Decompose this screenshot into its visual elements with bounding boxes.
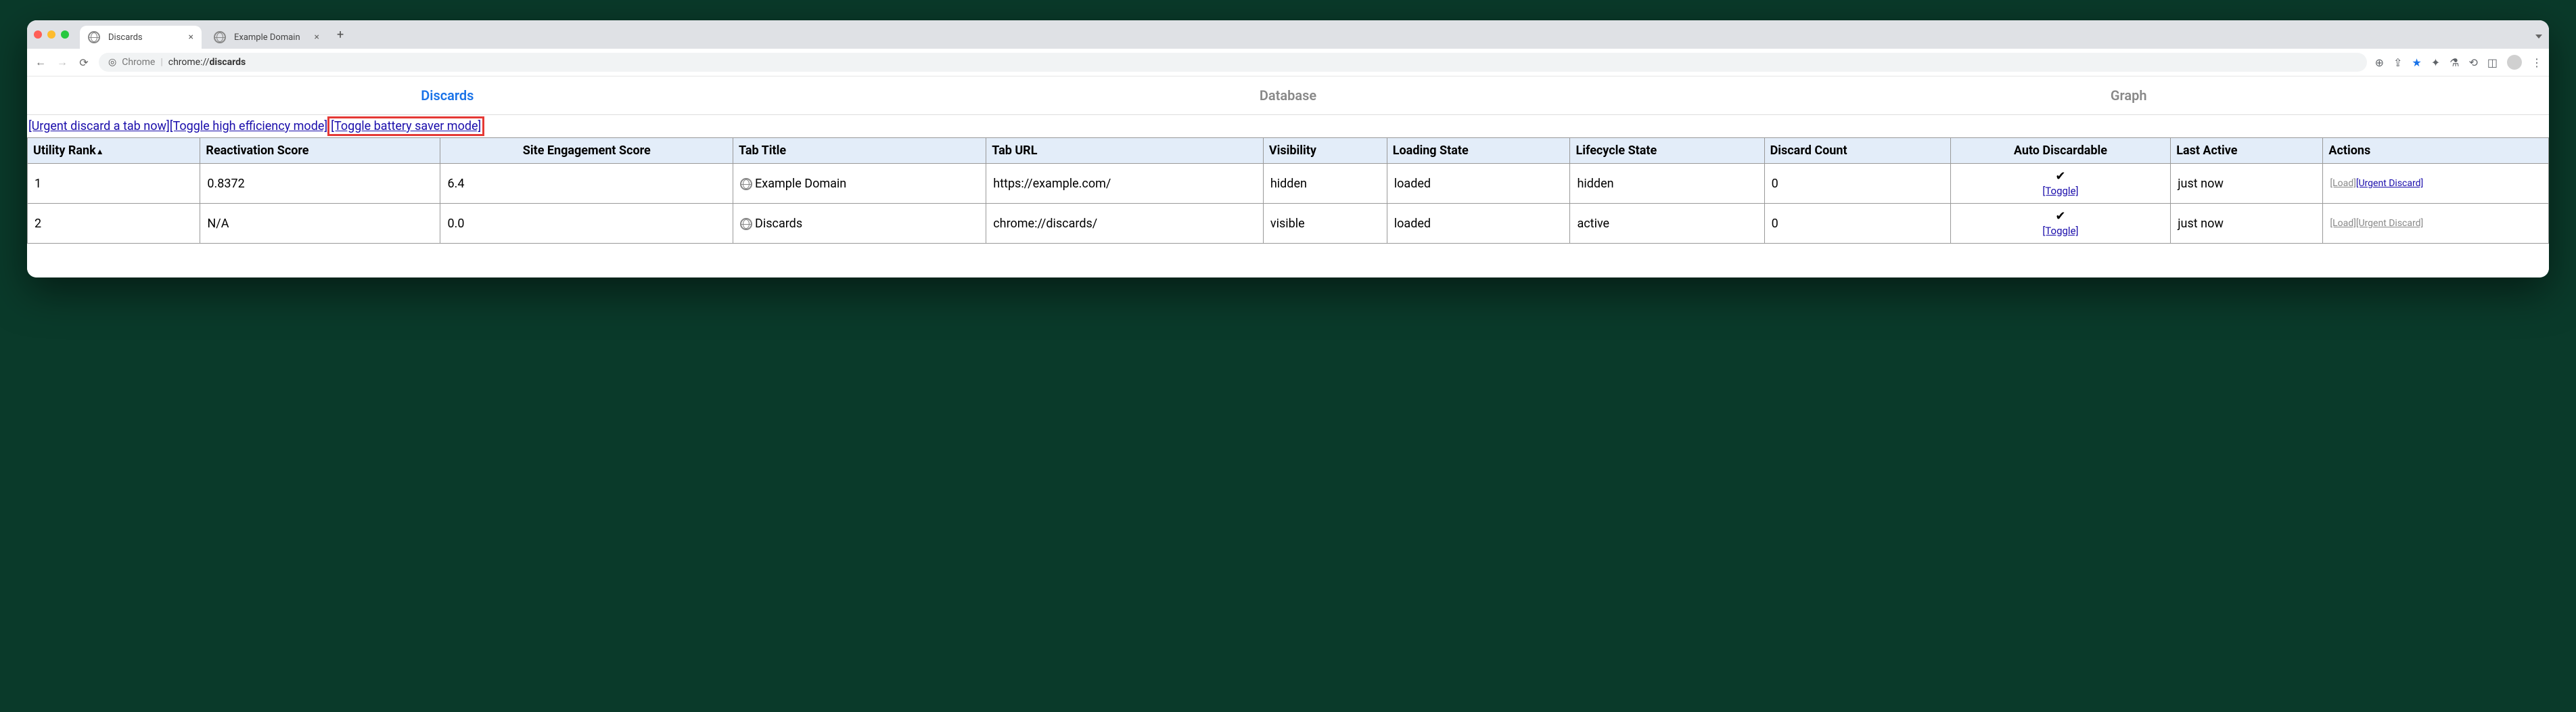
cell-last-active: just now [2171,204,2323,244]
zoom-icon[interactable]: ⊕ [2375,56,2384,69]
reload-button[interactable]: ⟳ [77,56,91,69]
col-last-active[interactable]: Last Active [2171,138,2323,164]
col-tab-title[interactable]: Tab Title [733,138,986,164]
sidepanel-icon[interactable]: ◫ [2487,56,2498,69]
new-tab-button[interactable]: + [331,28,349,42]
back-button[interactable]: ← [34,55,47,69]
col-tab-url[interactable]: Tab URL [986,138,1264,164]
toggle-auto-link[interactable]: [Toggle] [2042,225,2078,237]
cell-actions: [Load][Urgent Discard] [2323,204,2549,244]
tab-title: Discards [108,32,143,43]
forward-button[interactable]: → [55,55,69,69]
table-row: 1 0.8372 6.4 Example Domain https://exam… [28,164,2549,204]
close-tab-icon[interactable]: × [189,32,193,43]
urgent-discard-link[interactable]: [Urgent discard a tab now] [28,119,170,133]
globe-icon [88,31,100,43]
omnibox-separator: | [160,57,162,68]
cell-loading: loaded [1387,204,1570,244]
omnibox[interactable]: ◎ Chrome | chrome://discards [99,53,2367,72]
toggle-efficiency-link[interactable]: [Toggle high efficiency mode] [170,119,327,133]
cell-url: chrome://discards/ [986,204,1264,244]
page-content: Discards Database Graph [Urgent discard … [27,76,2549,277]
top-action-links: [Urgent discard a tab now][Toggle high e… [27,115,2549,137]
cell-engagement: 6.4 [440,164,733,204]
col-site-engagement[interactable]: Site Engagement Score [440,138,733,164]
sort-arrow-icon: ▲ [96,147,104,156]
close-window-button[interactable] [34,30,42,39]
check-icon: ✔ [1958,169,2164,183]
check-icon: ✔ [1958,209,2164,223]
chevron-down-icon[interactable] [2535,35,2542,39]
load-action: [Load] [2330,218,2355,229]
col-actions[interactable]: Actions [2323,138,2549,164]
col-reactivation-score[interactable]: Reactivation Score [200,138,440,164]
minimize-window-button[interactable] [47,30,55,39]
cell-rank: 2 [28,204,200,244]
share-icon[interactable]: ⇪ [2393,56,2402,69]
page-nav-tabs: Discards Database Graph [27,76,2549,115]
titlebar: Discards × Example Domain × + [27,20,2549,49]
urgent-discard-action-disabled: [Urgent Discard] [2356,218,2423,229]
toolbar: ← → ⟳ ◎ Chrome | chrome://discards ⊕ ⇪ ★… [27,49,2549,76]
highlight-box: [Toggle battery saver mode] [327,116,484,136]
col-utility-rank[interactable]: Utility Rank▲ [28,138,200,164]
cell-discard-count: 0 [1764,164,1950,204]
omnibox-url: chrome://discards [168,57,246,68]
nav-tab-graph[interactable]: Graph [1708,76,2549,114]
cell-title: Example Domain [733,164,986,204]
col-discard-count[interactable]: Discard Count [1764,138,1950,164]
cell-loading: loaded [1387,164,1570,204]
nav-tab-discards[interactable]: Discards [27,76,868,114]
urgent-discard-action[interactable]: [Urgent Discard] [2356,178,2423,189]
browser-tab-discards[interactable]: Discards × [80,26,202,49]
browser-tab-example[interactable]: Example Domain × [206,26,327,49]
col-visibility[interactable]: Visibility [1263,138,1387,164]
labs-icon[interactable]: ⚗ [2450,56,2459,69]
cell-auto-discardable: ✔ [Toggle] [1950,164,2171,204]
cell-visibility: hidden [1263,164,1387,204]
toolbar-icons: ⊕ ⇪ ★ ✦ ⚗ ⟲ ◫ ⋮ [2375,55,2542,70]
discards-table: Utility Rank▲ Reactivation Score Site En… [27,137,2549,244]
cell-discard-count: 0 [1764,204,1950,244]
refresh-icon[interactable]: ⟲ [2468,56,2477,69]
cell-rank: 1 [28,164,200,204]
cell-lifecycle: active [1570,204,1764,244]
cell-auto-discardable: ✔ [Toggle] [1950,204,2171,244]
menu-icon[interactable]: ⋮ [2531,56,2542,69]
table-row: 2 N/A 0.0 Discards chrome://discards/ vi… [28,204,2549,244]
globe-icon [740,218,752,230]
maximize-window-button[interactable] [61,30,69,39]
col-auto-discardable[interactable]: Auto Discardable [1950,138,2171,164]
tab-title: Example Domain [234,32,300,43]
browser-window: Discards × Example Domain × + ← → ⟳ ◎ Ch… [27,20,2549,277]
col-lifecycle-state[interactable]: Lifecycle State [1570,138,1764,164]
extensions-icon[interactable]: ✦ [2431,56,2440,69]
cell-title: Discards [733,204,986,244]
cell-reactivation: N/A [200,204,440,244]
profile-avatar[interactable] [2507,55,2522,70]
col-loading-state[interactable]: Loading State [1387,138,1570,164]
globe-icon [740,178,752,190]
nav-tab-database[interactable]: Database [868,76,1709,114]
cell-reactivation: 0.8372 [200,164,440,204]
empty-area [27,244,2549,277]
cell-lifecycle: hidden [1570,164,1764,204]
window-controls [34,30,69,39]
globe-icon [214,31,226,43]
bookmark-star-icon[interactable]: ★ [2412,56,2421,69]
cell-visibility: visible [1263,204,1387,244]
toggle-auto-link[interactable]: [Toggle] [2042,185,2078,197]
omnibox-prefix: Chrome [122,57,155,68]
cell-engagement: 0.0 [440,204,733,244]
cell-url: https://example.com/ [986,164,1264,204]
titlebar-right [2535,28,2542,41]
toggle-battery-saver-link[interactable]: [Toggle battery saver mode] [331,119,481,133]
cell-last-active: just now [2171,164,2323,204]
cell-actions: [Load][Urgent Discard] [2323,164,2549,204]
load-action: [Load] [2330,178,2355,189]
close-tab-icon[interactable]: × [315,32,319,43]
chrome-icon: ◎ [108,57,116,68]
